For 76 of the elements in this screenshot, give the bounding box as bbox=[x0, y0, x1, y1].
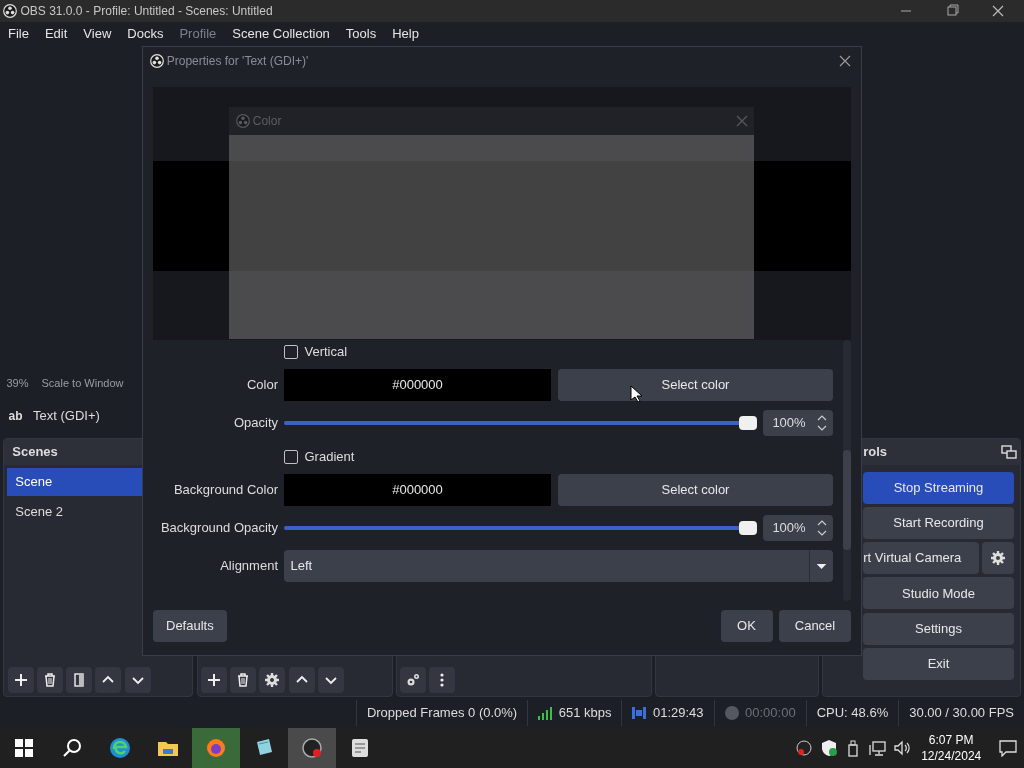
menu-item[interactable]: Tools bbox=[337, 22, 385, 46]
filter-icon[interactable] bbox=[66, 666, 92, 693]
color-swatch: #000000 bbox=[284, 369, 551, 401]
field-label: Color bbox=[245, 376, 279, 395]
menu-item[interactable]: View bbox=[75, 22, 120, 46]
select-color-button[interactable]: Select color bbox=[558, 369, 833, 401]
field-label: Opacity bbox=[232, 414, 279, 433]
control-button[interactable]: Exit bbox=[863, 647, 1014, 680]
checkbox[interactable]: Gradient bbox=[284, 447, 355, 467]
window-title: OBS 31.0.0 - Profile: Untitled - Scenes: Untitled bbox=[20, 3, 274, 20]
slider[interactable] bbox=[284, 416, 755, 430]
gear-icon[interactable] bbox=[981, 542, 1014, 574]
chevron-up-icon[interactable] bbox=[288, 666, 315, 693]
gears-icon[interactable] bbox=[400, 666, 426, 693]
record-time: 00:00:00 bbox=[745, 704, 796, 722]
scene-item[interactable]: Scene bbox=[7, 468, 144, 497]
chevron-down-icon[interactable] bbox=[317, 666, 344, 693]
menu-item[interactable]: Docks bbox=[119, 22, 172, 46]
signal-bars-icon bbox=[538, 706, 553, 720]
stream-time: 01:29:43 bbox=[652, 704, 704, 722]
defaults-button[interactable]: Defaults bbox=[153, 610, 227, 642]
spin-box[interactable]: 100% bbox=[763, 515, 833, 541]
control-button[interactable]: Start Recording bbox=[863, 506, 1014, 539]
dialog-title: Color bbox=[252, 113, 283, 130]
shield-icon[interactable] bbox=[819, 739, 838, 757]
app-logo-icon bbox=[235, 114, 250, 128]
bitrate-label: 651 kbps bbox=[558, 704, 612, 722]
menu-item[interactable]: Scene Collection bbox=[224, 22, 338, 46]
fps-label: 30.00 / 30.00 FPS bbox=[898, 700, 1024, 726]
menu-item[interactable]: Edit bbox=[36, 22, 76, 46]
add-icon[interactable] bbox=[7, 666, 34, 693]
add-icon[interactable] bbox=[200, 666, 227, 693]
cursor-icon bbox=[630, 385, 642, 403]
scale-mode-label[interactable]: Scale to Window bbox=[41, 374, 124, 392]
field-label: Alignment bbox=[219, 557, 279, 576]
gear-icon[interactable] bbox=[259, 666, 286, 693]
menu-item[interactable]: File bbox=[0, 22, 37, 46]
control-button[interactable]: Studio Mode bbox=[863, 577, 1014, 610]
chevron-down-icon[interactable] bbox=[124, 666, 151, 693]
ok-button[interactable]: OK bbox=[720, 610, 773, 642]
dialog-title: Properties for 'Text (GDI+)' bbox=[166, 53, 310, 70]
app-logo-icon bbox=[149, 54, 164, 68]
zoom-level: 39% bbox=[6, 375, 29, 391]
close-icon[interactable] bbox=[839, 55, 852, 67]
select-color-button[interactable]: Select color bbox=[558, 474, 833, 506]
dropdown[interactable]: Left bbox=[284, 550, 833, 582]
cpu-usage: CPU: 48.6% bbox=[805, 700, 899, 726]
tray-app-icon[interactable] bbox=[795, 739, 814, 757]
trash-icon[interactable] bbox=[230, 666, 256, 693]
app-logo-icon bbox=[3, 4, 18, 18]
control-button[interactable]: Stop Streaming bbox=[863, 471, 1014, 504]
undock-icon[interactable] bbox=[1000, 445, 1017, 459]
more-options-icon[interactable] bbox=[429, 666, 456, 693]
dropped-frames-label: Dropped Frames 0 (0.0%) bbox=[355, 700, 528, 726]
notifications-icon[interactable] bbox=[997, 739, 1018, 757]
source-type-icon: ab bbox=[6, 407, 27, 425]
field-label: Background Opacity bbox=[159, 519, 279, 538]
checkbox[interactable]: Vertical bbox=[284, 342, 348, 362]
recording-app-icon[interactable] bbox=[288, 728, 336, 768]
chevron-up-icon[interactable] bbox=[95, 666, 122, 693]
scene-item[interactable]: Scene 2 bbox=[7, 498, 144, 527]
control-button[interactable]: rt Virtual Camera bbox=[863, 542, 979, 574]
slider[interactable] bbox=[284, 521, 755, 535]
control-button[interactable]: Settings bbox=[863, 612, 1014, 645]
speaker-icon[interactable] bbox=[893, 739, 912, 757]
field-label: Background Color bbox=[172, 481, 279, 500]
network-icon[interactable] bbox=[868, 739, 887, 757]
clock-date[interactable]: 12/24/2024 bbox=[921, 748, 982, 764]
menu-item[interactable]: Help bbox=[384, 22, 427, 46]
dock-title: rols bbox=[863, 443, 889, 461]
spin-box[interactable]: 100% bbox=[763, 410, 833, 436]
clock-time[interactable]: 6:07 PM bbox=[928, 732, 974, 748]
cancel-button[interactable]: Cancel bbox=[779, 610, 851, 642]
source-name: Text (GDI+) bbox=[33, 407, 100, 426]
color-swatch: #000000 bbox=[284, 474, 551, 506]
trash-icon[interactable] bbox=[36, 666, 63, 693]
